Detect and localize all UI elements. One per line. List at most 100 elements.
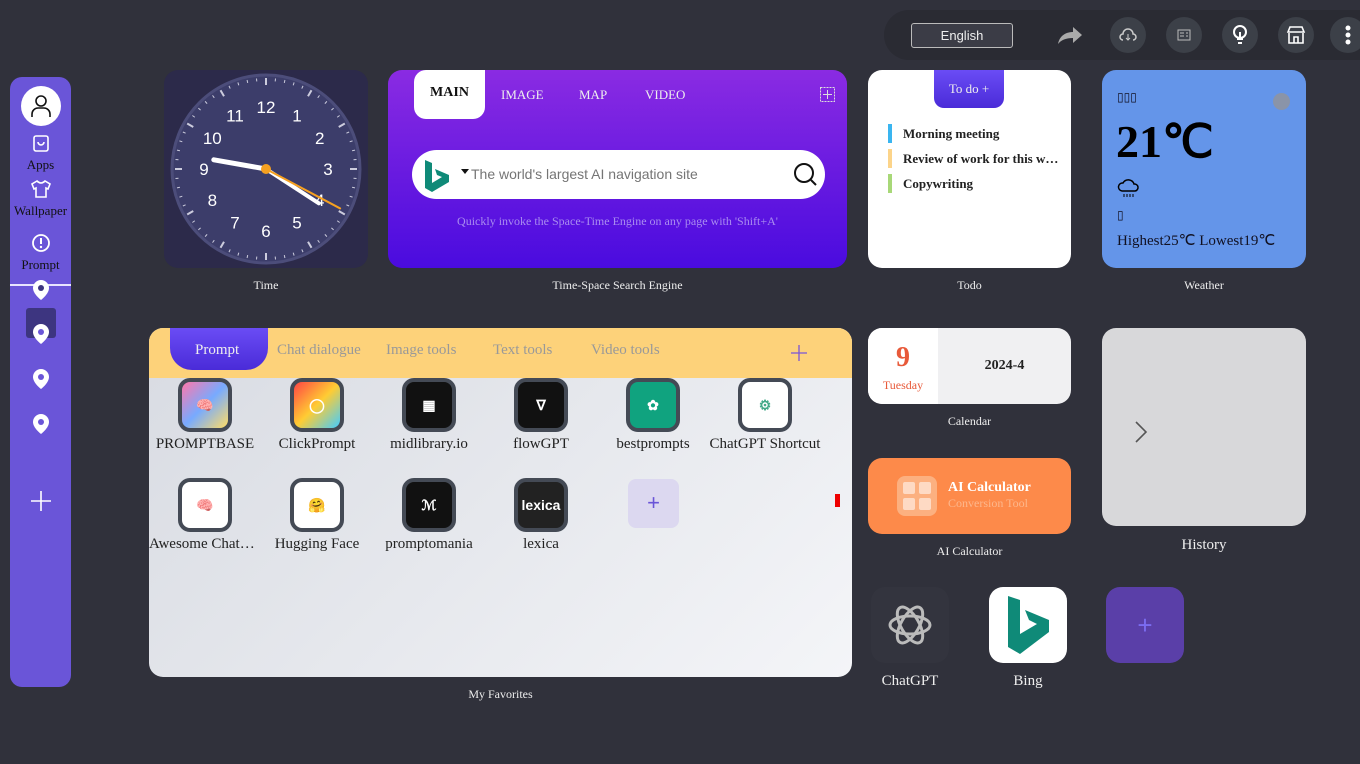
favorite-app[interactable]: ∇ flowGPT [485,378,597,453]
calc-subtitle: Conversion Tool [948,496,1028,510]
favorites-widget: Prompt Chat dialogue Image tools Text to… [149,328,852,677]
tab-map[interactable]: MAP [579,87,607,103]
clock-number: 10 [203,129,222,148]
sidebar-item-label: Wallpaper [13,203,68,218]
app-label: Awesome ChatG… [149,536,261,552]
tab-text-tools[interactable]: Text tools [493,342,552,359]
todo-item[interactable]: Review of work for this w… [903,151,1063,167]
favorite-app[interactable]: ▦ midlibrary.io [373,378,485,453]
user-avatar[interactable] [21,86,61,126]
shirt-icon [30,179,51,198]
clock-widget[interactable]: 12 1 2 3 4 5 6 7 8 9 10 11 [164,70,368,268]
rain-cloud-icon [1117,176,1141,205]
news-icon[interactable] [1166,17,1202,53]
tab-video-tools[interactable]: Video tools [591,342,660,359]
tab-video[interactable]: VIDEO [645,87,685,103]
language-button[interactable]: English [911,23,1013,48]
history-caption: History [1181,537,1227,553]
app-icon: lexica [514,478,568,532]
bing-logo-icon [1008,596,1049,654]
search-caption: Time-Space Search Engine [552,278,683,292]
location-pin-icon[interactable] [31,413,51,440]
sidebar-item-apps[interactable]: Apps [10,133,71,173]
favorite-app[interactable]: 🧠 Awesome ChatG… [149,478,261,553]
app-icon: ⚙ [738,378,792,432]
app-icon: ◯ [290,378,344,432]
tab-prompt[interactable]: Prompt [195,342,239,359]
add-tab-icon[interactable] [820,87,835,107]
todo-caption: Todo [957,278,982,292]
clock-number: 1 [292,106,301,125]
weather-temperature: 21℃ [1116,116,1214,167]
share-icon[interactable] [1056,24,1084,51]
calendar-widget[interactable]: 9 Tuesday 2024-4 [868,328,1071,404]
scroll-indicator [835,494,840,507]
engine-dropdown-icon[interactable] [461,169,469,174]
search-widget: MAIN IMAGE MAP VIDEO Quickly invoke the … [388,70,847,268]
sidebar-item-label: Apps [26,157,55,172]
ai-calculator-widget[interactable]: AI Calculator Conversion Tool [868,458,1071,534]
weather-settings-icon[interactable] [1273,93,1290,110]
analog-clock: 12 1234567891011 [170,73,362,265]
app-icon: ∇ [514,378,568,432]
chatgpt-logo-icon [888,605,932,645]
sidebar-item-prompt[interactable]: Prompt [10,233,71,273]
calculator-icon [897,476,937,516]
location-pin-icon[interactable] [31,323,51,350]
favorite-app[interactable]: ◯ ClickPrompt [261,378,373,453]
tab-main[interactable]: MAIN [414,85,485,101]
location-pin-icon[interactable] [31,279,51,306]
todo-color-bar [888,174,892,193]
clock-caption: Time [253,278,279,292]
app-label: flowGPT [513,436,569,452]
favorite-app[interactable]: ℳpromptomania [373,478,485,553]
add-favorite-button[interactable]: + [628,479,679,528]
weather-range: Highest25℃ Lowest19℃ [1117,233,1276,249]
chevron-right-icon[interactable] [1134,420,1148,449]
tab-image[interactable]: IMAGE [501,87,544,103]
favorite-app[interactable]: ✿ bestprompts [597,378,709,453]
calendar-day: 9 [896,342,910,373]
favorite-app[interactable]: 🧠 PROMPTBASE [149,378,261,453]
search-bar [412,150,825,199]
calc-caption: AI Calculator [936,544,1003,558]
add-shortcut-button[interactable]: + [1106,587,1184,663]
favorites-caption: My Favorites [468,687,533,701]
todo-color-bar [888,149,892,168]
lightbulb-icon[interactable] [1222,17,1258,53]
todo-item[interactable]: Morning meeting [903,126,1063,142]
favorite-app[interactable]: 🤗 Hugging Face [261,478,373,553]
calendar-caption: Calendar [947,414,992,428]
store-icon[interactable] [1278,17,1314,53]
app-icon: ℳ [402,478,456,532]
shortcut-bing[interactable] [989,587,1067,663]
todo-item[interactable]: Copywriting [903,176,1063,192]
clock-number: 12 [257,98,276,117]
favorite-app[interactable]: ⚙ ChatGPT Shortcut [709,378,821,453]
add-todo-button[interactable]: To do + [934,70,1004,108]
tab-image-tools[interactable]: Image tools [386,342,456,359]
weather-caption: Weather [1184,278,1224,292]
tab-chat-dialogue[interactable]: Chat dialogue [277,342,361,359]
search-input[interactable] [471,162,771,186]
calendar-weekday: Tuesday [882,378,924,392]
location-pin-icon[interactable] [31,368,51,395]
history-widget[interactable] [1102,328,1306,526]
sidebar-item-wallpaper[interactable]: Wallpaper [10,179,71,219]
clock-number: 9 [199,160,208,179]
favorite-app[interactable]: lexica lexica [485,478,597,553]
search-icon[interactable] [793,162,819,193]
shortcut-label: Bing [1013,673,1043,689]
calc-title: AI Calculator [948,480,1031,495]
cloud-download-icon[interactable] [1110,17,1146,53]
clock-number: 7 [230,214,239,233]
add-page-icon[interactable] [30,490,52,517]
shortcut-chatgpt[interactable] [871,587,949,663]
search-hint: Quickly invoke the Space-Time Engine on … [457,214,778,228]
weather-widget[interactable]: ▯▯▯ 21℃ ▯ Highest25℃ Lowest19℃ [1102,70,1306,268]
add-category-icon[interactable] [791,345,807,366]
app-label: ChatGPT Shortcut [709,436,821,452]
bing-logo-icon[interactable] [422,158,452,199]
todo-widget[interactable]: To do + Morning meeting Review of work fo… [868,70,1071,268]
more-icon[interactable] [1330,17,1360,53]
